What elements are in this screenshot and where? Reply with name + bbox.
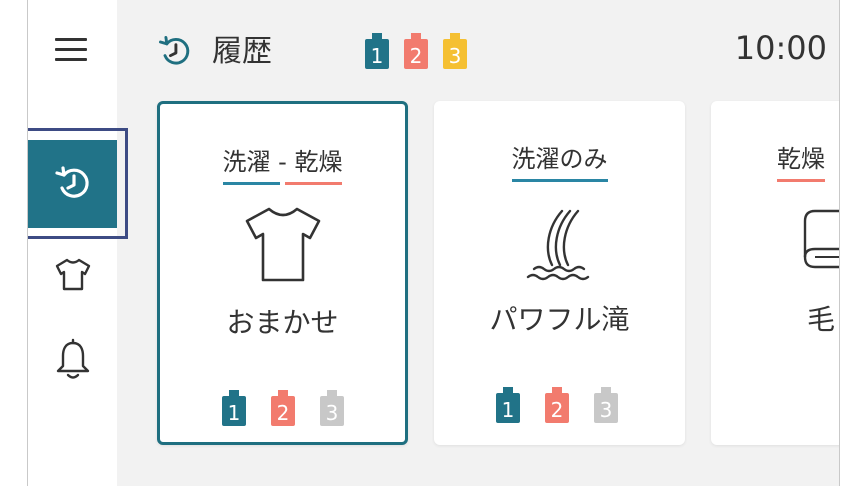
mode-wash-text: 洗濯のみ: [511, 145, 608, 173]
clock: 10:00: [734, 29, 827, 67]
tank-number: 3: [326, 401, 339, 425]
mode-dry-text: 乾燥: [777, 145, 825, 173]
card-tank-indicator: 1 2 3: [434, 387, 685, 423]
mode-wash-text: 洗濯: [222, 148, 271, 176]
sidebar-item-history[interactable]: [28, 140, 117, 228]
card-mode-label: 洗濯 - 乾燥: [160, 142, 405, 185]
sidebar: [28, 0, 117, 486]
tank-number: 1: [228, 401, 241, 425]
wash-underline: [511, 179, 608, 182]
waterfall-icon: [526, 209, 589, 281]
tank-2-icon: 2: [271, 390, 295, 426]
tank-number: 2: [277, 401, 290, 425]
history-icon: [54, 166, 89, 198]
program-card[interactable]: 洗濯のみ パワフル滝 1 2 3: [434, 101, 685, 445]
tank-number: 3: [449, 44, 462, 68]
tank-3-icon: 3: [594, 387, 618, 423]
dry-underline: [777, 179, 825, 182]
header: 履歴 1 2 3 10:00: [117, 0, 839, 100]
main-area: 履歴 123 10:00 洗濯 - 乾燥 おまかせ 123 洗濯のみ パワフル滝…: [117, 0, 839, 486]
washer-screen: 履歴 123 10:00 洗濯 - 乾燥 おまかせ 123 洗濯のみ パワフル滝…: [27, 0, 840, 486]
menu-icon-bar: [55, 48, 87, 51]
mode-dry-text: 乾燥: [294, 148, 343, 176]
card-program-name: パワフル滝: [489, 303, 630, 336]
card-program-name: 毛: [807, 303, 836, 336]
sidebar-item-clothes[interactable]: [28, 230, 117, 318]
menu-icon-bar: [55, 58, 87, 61]
program-card[interactable]: 洗濯 - 乾燥 おまかせ 1 2 3: [157, 101, 408, 445]
card-tank-indicator: 1 2 3: [160, 390, 405, 426]
blanket-icon: [803, 209, 839, 269]
tank-2-icon: 2: [404, 33, 428, 69]
menu-button[interactable]: [55, 36, 87, 64]
menu-icon-bar: [55, 38, 87, 41]
wash-underline: [222, 182, 281, 185]
tank-3-icon: 3: [320, 390, 344, 426]
program-card[interactable]: 乾燥 毛: [711, 101, 839, 445]
history-icon: [159, 36, 190, 65]
tank-number: 3: [600, 398, 613, 422]
tank-number: 1: [371, 44, 384, 68]
tank-number: 1: [502, 398, 515, 422]
bell-icon: [56, 338, 89, 379]
tshirt-icon: [55, 258, 90, 291]
tank-3-icon: 3: [443, 33, 467, 69]
mode-separator: -: [270, 148, 295, 176]
tank-1-icon: 1: [496, 387, 520, 423]
card-mode-label: 洗濯のみ: [434, 139, 685, 182]
tank-number: 2: [551, 398, 564, 422]
card-mode-label: 乾燥: [777, 139, 839, 182]
tank-number: 2: [410, 44, 423, 68]
card-program-name: おまかせ: [226, 306, 339, 339]
dry-underline: [284, 182, 343, 185]
page-title: 履歴: [212, 34, 272, 69]
tshirt-icon: [245, 207, 320, 282]
tank-1-icon: 1: [365, 33, 389, 69]
tank-1-icon: 1: [222, 390, 246, 426]
tank-2-icon: 2: [545, 387, 569, 423]
sidebar-item-notifications[interactable]: [28, 316, 117, 404]
